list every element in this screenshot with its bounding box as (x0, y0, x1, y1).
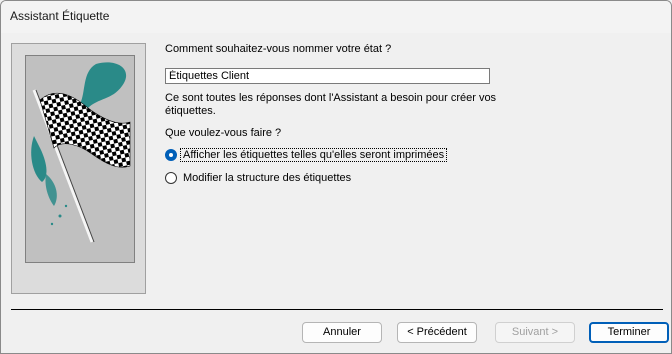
wizard-illustration (11, 43, 146, 294)
option-modify-label[interactable]: Modifier la structure des étiquettes (183, 172, 351, 184)
illustration-panel (25, 55, 135, 263)
report-name-question: Comment souhaitez-vous nommer votre état… (165, 43, 392, 55)
wizard-window: Assistant Étiquette Comment souhaitez-vo… (0, 0, 672, 354)
next-button[interactable]: Suivant > (495, 322, 575, 343)
info-text: Ce sont toutes les réponses dont l'Assis… (165, 92, 497, 117)
previous-button[interactable]: < Précédent (397, 322, 477, 343)
cancel-button[interactable]: Annuler (302, 322, 382, 343)
title-bar[interactable]: Assistant Étiquette (1, 1, 671, 33)
option-preview[interactable]: Afficher les étiquettes telles qu'elles … (165, 147, 448, 163)
option-preview-label[interactable]: Afficher les étiquettes telles qu'elles … (180, 148, 448, 162)
checkered-flag-icon (31, 62, 131, 243)
footer-separator (11, 309, 663, 310)
window-title: Assistant Étiquette (10, 9, 110, 23)
option-preview-radio[interactable] (165, 149, 177, 161)
report-name-input[interactable] (165, 68, 490, 84)
option-modify[interactable]: Modifier la structure des étiquettes (165, 170, 351, 186)
option-modify-radio[interactable] (165, 172, 177, 184)
action-question: Que voulez-vous faire ? (165, 127, 282, 139)
finish-button[interactable]: Terminer (589, 322, 669, 343)
